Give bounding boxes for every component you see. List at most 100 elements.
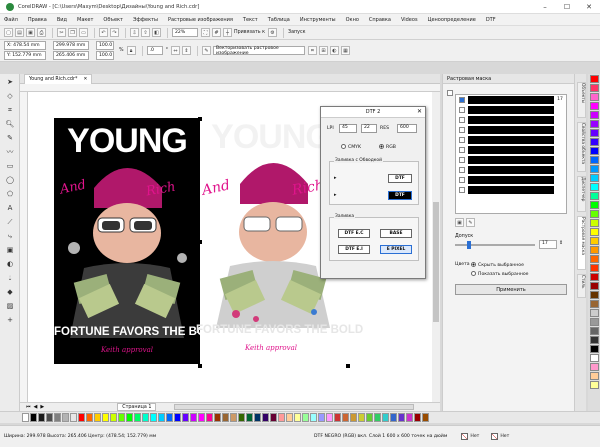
paste-icon[interactable]: ▭ [79,28,88,37]
dtf-button-2[interactable]: DTF [388,191,412,200]
color-swatch[interactable] [589,354,599,362]
mask-color-row[interactable] [456,185,566,195]
tolerance-stepper[interactable]: ⇕ [559,240,563,246]
mask-color-row[interactable] [456,125,566,135]
close-window-button[interactable]: ✕ [578,3,600,11]
color-swatch[interactable] [270,413,277,422]
color-swatch[interactable] [286,413,293,422]
close-tab-icon[interactable]: ✕ [83,77,87,82]
color-swatch[interactable] [374,413,381,422]
copy-icon[interactable]: ❐ [68,28,77,37]
height-field[interactable]: 265.406 mm [53,51,89,60]
color-swatch[interactable] [230,413,237,422]
save-mask-icon[interactable]: ▣ [455,218,464,227]
mirror-horizontal-icon[interactable]: ⇔ [170,46,180,55]
save-icon[interactable]: ▣ [26,28,35,37]
lpi-input[interactable]: 45 [339,124,357,133]
color-swatch[interactable] [238,413,245,422]
color-swatch[interactable] [30,413,37,422]
show-grid-icon[interactable]: # [212,28,221,37]
fill-none-icon[interactable] [461,433,469,440]
color-swatch[interactable] [406,413,413,422]
text-tool-icon[interactable]: A [3,202,17,214]
print-icon[interactable]: ⎙ [37,28,46,37]
bitmap-settings-icon[interactable]: ▦ [340,46,350,55]
scale-x-field[interactable]: 100.0 [96,41,114,50]
menu-tools[interactable]: Инструменты [300,17,336,23]
rgb-radio[interactable]: RGB [379,144,396,150]
row-checkbox[interactable] [459,156,465,163]
angle-input[interactable]: 22 [361,124,377,133]
color-swatch[interactable] [589,363,599,371]
smart-fill-icon[interactable]: ▨ [3,300,17,312]
row-checkbox[interactable] [459,96,465,103]
open-icon[interactable]: ▤ [15,28,24,37]
color-swatch[interactable] [70,413,77,422]
row-checkbox[interactable] [459,126,465,133]
color-swatch[interactable] [589,183,599,191]
color-swatch[interactable] [246,413,253,422]
color-swatch[interactable] [589,255,599,263]
color-swatch[interactable] [589,102,599,110]
color-swatch[interactable] [134,413,141,422]
color-swatch[interactable] [589,219,599,227]
docker-tab-style[interactable]: Стиль [577,274,586,298]
menu-table[interactable]: Таблица [268,17,290,23]
row-checkbox[interactable] [459,176,465,183]
color-swatch[interactable] [589,228,599,236]
color-swatch[interactable] [118,413,125,422]
cut-icon[interactable]: ✂ [57,28,66,37]
color-swatch[interactable] [182,413,189,422]
y-position-field[interactable]: Y: 152.779 mm [4,51,46,60]
row-checkbox[interactable] [459,166,465,173]
mask-mode-icon[interactable] [447,90,453,96]
vertical-scroll-thumb[interactable] [433,202,439,322]
menu-window[interactable]: Окно [346,17,359,23]
menu-layout[interactable]: Макет [77,17,93,23]
snap-to-dropdown[interactable]: Привязать к [234,30,265,35]
undo-icon[interactable]: ↶ [99,28,108,37]
color-swatch[interactable] [22,413,29,422]
dtf-ei-button[interactable]: DTF E.I [338,245,370,254]
color-swatch[interactable] [589,138,599,146]
eyedropper-tool-icon[interactable]: 💧︎ [3,272,17,284]
menu-videos[interactable]: Videos [401,17,418,23]
menu-effects[interactable]: Эффекты [133,17,158,23]
color-swatch[interactable] [110,413,117,422]
maximize-button[interactable]: ☐ [556,3,578,11]
lock-ratio-icon[interactable]: 🔒︎ [126,46,136,55]
color-swatch[interactable] [589,336,599,344]
selection-handle[interactable] [198,117,202,121]
res-input[interactable]: 600 [397,124,417,133]
color-swatch[interactable] [589,282,599,290]
mask-color-row[interactable] [456,145,566,155]
color-swatch[interactable] [38,413,45,422]
menu-pricing[interactable]: Ценоопределение [428,17,476,23]
row-checkbox[interactable] [459,146,465,153]
color-swatch[interactable] [589,174,599,182]
row-checkbox[interactable] [459,136,465,143]
color-swatch[interactable] [358,413,365,422]
crop-bitmap-icon[interactable]: ⌗ [307,46,317,55]
apply-button[interactable]: Применить [455,284,567,295]
connector-tool-icon[interactable]: ⤷ [3,230,17,242]
mirror-vertical-icon[interactable]: ⇕ [181,46,191,55]
color-swatch[interactable] [310,413,317,422]
color-swatch[interactable] [589,381,599,389]
mask-color-row[interactable] [456,135,566,145]
color-swatch[interactable] [589,192,599,200]
color-swatch[interactable] [589,84,599,92]
color-swatch[interactable] [86,413,93,422]
parallel-dimension-icon[interactable]: ⟋ [3,216,17,228]
mask-color-row[interactable] [456,175,566,185]
color-swatch[interactable] [166,413,173,422]
vertical-ruler[interactable] [20,92,28,402]
color-swatch[interactable] [214,413,221,422]
row-checkbox[interactable] [459,186,465,193]
row-checkbox[interactable] [459,106,465,113]
ellipse-tool-icon[interactable]: ◯ [3,174,17,186]
color-swatch[interactable] [366,413,373,422]
artistic-media-icon[interactable]: 〰 [3,146,17,158]
crop-tool-icon[interactable]: ⌗ [3,104,17,116]
transparency-tool-icon[interactable]: ◐ [3,258,17,270]
